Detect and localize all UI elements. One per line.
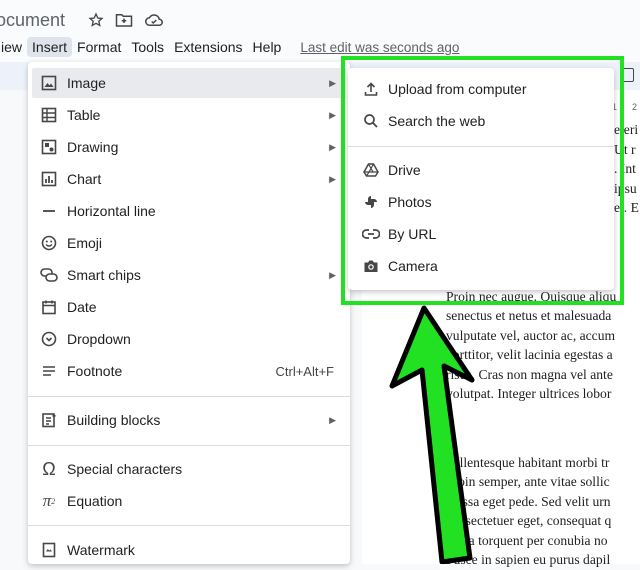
menu-item-label: Horizontal line (67, 203, 156, 219)
menu-item-emoji[interactable]: Emoji (28, 228, 350, 258)
footnote-icon (40, 362, 58, 380)
menu-divider (28, 396, 350, 397)
move-folder-icon[interactable] (114, 10, 134, 30)
menu-item-dropdown[interactable]: Dropdown (28, 324, 350, 354)
menu-item-building-blocks[interactable]: Building blocks ▶ (28, 405, 350, 435)
ruler-number: 2 (632, 102, 638, 112)
menu-bar: iew Insert Format Tools Extensions Help … (0, 36, 459, 58)
menu-item-equation[interactable]: π2 Equation (28, 486, 350, 516)
cloud-status-icon[interactable] (144, 10, 164, 30)
image-icon (40, 74, 58, 92)
menu-divider (28, 445, 350, 446)
submenu-arrow-icon: ▶ (329, 269, 336, 280)
menu-item-label: Smart chips (67, 267, 141, 283)
menu-item-label: Footnote (67, 363, 123, 379)
title-bar: ocument iew Insert Format Tools Extensio… (0, 0, 640, 62)
calendar-icon (40, 298, 58, 316)
menu-format[interactable]: Format (72, 37, 126, 57)
submenu-arrow-icon: ▶ (329, 414, 336, 425)
menu-item-smart-chips[interactable]: Smart chips ▶ (28, 260, 350, 290)
highlight-box (341, 56, 624, 305)
building-blocks-icon (40, 411, 58, 429)
menu-tools[interactable]: Tools (126, 37, 169, 57)
menu-item-label: Image (67, 75, 106, 91)
menu-item-footnote[interactable]: Footnote Ctrl+Alt+F (28, 356, 350, 386)
menu-item-label: Dropdown (67, 331, 131, 347)
dropdown-icon (40, 330, 58, 348)
menu-insert[interactable]: Insert (27, 37, 73, 57)
menu-item-label: Table (67, 107, 101, 123)
menu-item-special-characters[interactable]: Ω Special characters (28, 454, 350, 484)
smart-chips-icon (40, 266, 58, 284)
menu-item-drawing[interactable]: Drawing ▶ (28, 132, 350, 162)
highlight-arrow (389, 305, 475, 564)
menu-item-label: Chart (67, 171, 102, 187)
menu-item-table[interactable]: Table ▶ (28, 100, 350, 130)
watermark-icon (40, 541, 58, 559)
menu-item-label: Special characters (67, 461, 183, 477)
menu-view[interactable]: iew (0, 37, 27, 57)
emoji-icon (40, 234, 58, 252)
insert-menu: Image ▶ Table ▶ Drawing ▶ Chart ▶ Horizo… (28, 62, 350, 564)
menu-item-label: Emoji (67, 235, 103, 251)
pi-icon: π2 (42, 491, 56, 510)
drawing-icon (40, 138, 58, 156)
menu-item-label: Watermark (67, 542, 135, 558)
menu-item-label: Building blocks (67, 412, 161, 428)
star-icon[interactable] (86, 10, 106, 30)
chart-icon (40, 170, 58, 188)
menu-extensions[interactable]: Extensions (169, 37, 247, 57)
submenu-arrow-icon: ▶ (329, 141, 336, 152)
omega-icon: Ω (42, 458, 56, 479)
menu-item-label: Date (67, 299, 97, 315)
keyboard-shortcut: Ctrl+Alt+F (275, 363, 334, 379)
submenu-arrow-icon: ▶ (329, 77, 336, 88)
menu-item-label: Equation (67, 493, 123, 509)
document-title[interactable]: ocument (0, 10, 65, 31)
submenu-arrow-icon: ▶ (329, 109, 336, 120)
submenu-arrow-icon: ▶ (329, 173, 336, 184)
last-edit-link[interactable]: Last edit was seconds ago (300, 40, 459, 55)
menu-item-label: Drawing (67, 139, 119, 155)
menu-item-image[interactable]: Image ▶ (32, 68, 346, 98)
menu-item-watermark[interactable]: Watermark (28, 535, 350, 565)
menu-item-chart[interactable]: Chart ▶ (28, 164, 350, 194)
horizontal-line-icon (40, 202, 58, 220)
table-icon (40, 106, 58, 124)
menu-item-date[interactable]: Date (28, 292, 350, 322)
menu-divider (28, 525, 350, 526)
menu-help[interactable]: Help (248, 37, 287, 57)
menu-item-horizontal-line[interactable]: Horizontal line (28, 196, 350, 226)
